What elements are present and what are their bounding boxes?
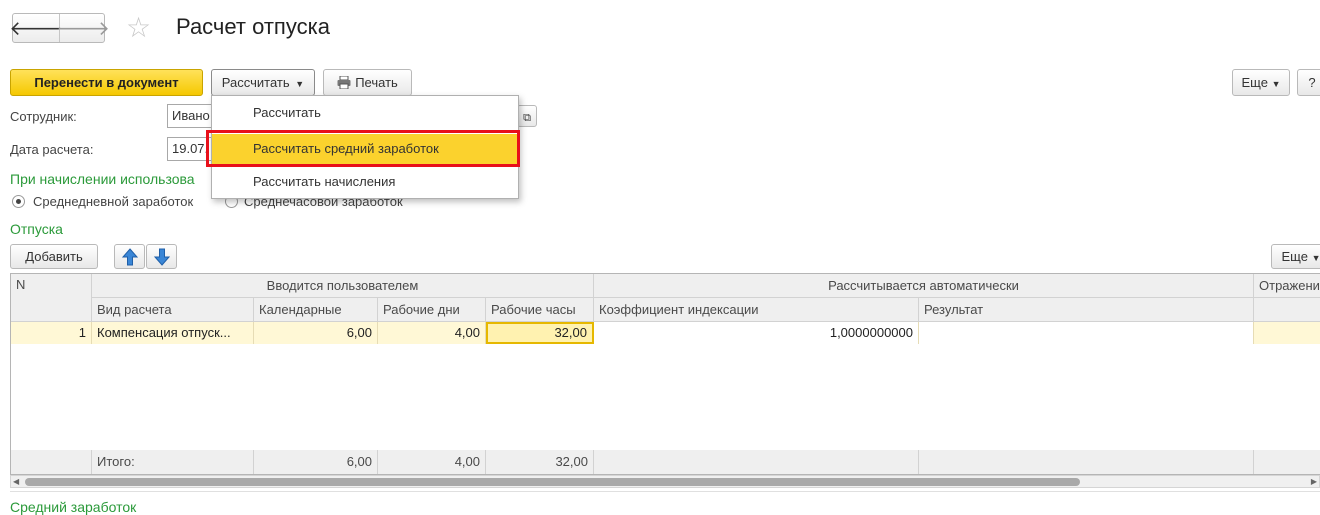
footer-workhours: 32,00 bbox=[486, 450, 594, 474]
cell-index[interactable]: 1,0000000000 bbox=[594, 322, 919, 344]
cell-result[interactable] bbox=[919, 322, 1254, 344]
move-down-button[interactable] bbox=[146, 244, 177, 269]
col-workhours-header[interactable]: Рабочие часы bbox=[486, 298, 594, 322]
arrow-down-icon bbox=[153, 248, 170, 266]
more-button-label: Еще bbox=[1241, 75, 1268, 90]
accrual-group-label: При начислении использова bbox=[10, 171, 195, 187]
table-more-label: Еще bbox=[1281, 249, 1308, 264]
cell-type[interactable]: Компенсация отпуск... bbox=[92, 322, 254, 344]
chevron-down-icon: ▼ bbox=[295, 79, 305, 89]
col-index-header[interactable]: Коэффициент индексации bbox=[594, 298, 919, 322]
col-workdays-header[interactable]: Рабочие дни bbox=[378, 298, 486, 322]
vacations-section-label: Отпуска bbox=[10, 221, 63, 237]
print-button-label: Печать bbox=[355, 75, 398, 90]
calculate-dropdown-button[interactable]: Рассчитать ▼ bbox=[211, 69, 315, 96]
history-nav: 🡐 🡒 bbox=[9, 13, 110, 43]
horizontal-scrollbar[interactable]: ◀ ▶ bbox=[10, 475, 1320, 488]
footer-workdays: 4,00 bbox=[378, 450, 486, 474]
col-calendar-header[interactable]: Календарные bbox=[254, 298, 378, 322]
arrow-left-icon: 🡐 bbox=[9, 17, 63, 40]
footer-reflect bbox=[1254, 450, 1320, 474]
employee-label: Сотрудник: bbox=[10, 109, 77, 124]
move-up-button[interactable] bbox=[114, 244, 145, 269]
radio-daily[interactable] bbox=[12, 195, 25, 208]
scroll-left-icon[interactable]: ◀ bbox=[13, 477, 19, 487]
group-user-header: Вводится пользователем bbox=[92, 274, 594, 298]
back-button[interactable]: 🡐 bbox=[9, 14, 63, 42]
group-reflect-header: Отражени bbox=[1254, 274, 1320, 298]
highlight-frame bbox=[206, 130, 520, 167]
open-icon: ⧉ bbox=[523, 112, 531, 124]
calculate-button-label: Рассчитать bbox=[221, 75, 290, 90]
menu-item-calculate-accruals[interactable]: Рассчитать начисления bbox=[212, 167, 518, 197]
col-type-header[interactable]: Вид расчета bbox=[92, 298, 254, 322]
page-title: Расчет отпуска bbox=[176, 14, 330, 39]
arrow-up-icon bbox=[121, 248, 138, 266]
scroll-right-icon[interactable]: ▶ bbox=[1311, 477, 1317, 487]
transfer-to-document-button[interactable]: Перенести в документ bbox=[10, 69, 203, 96]
print-button[interactable]: Печать bbox=[323, 69, 412, 96]
forward-button[interactable]: 🡒 bbox=[56, 14, 110, 42]
scrollbar-thumb[interactable] bbox=[25, 478, 1080, 486]
date-label: Дата расчета: bbox=[10, 142, 94, 157]
footer-result bbox=[919, 450, 1254, 474]
cell-n: 1 bbox=[11, 322, 92, 344]
table-row[interactable]: 1 Компенсация отпуск... 6,00 4,00 32,00 … bbox=[11, 322, 1320, 344]
table-more-button[interactable]: Еще ▼ bbox=[1271, 244, 1320, 269]
group-auto-header: Рассчитывается автоматически bbox=[594, 274, 1254, 298]
divider bbox=[10, 491, 1320, 492]
col-result-header[interactable]: Результат bbox=[919, 298, 1254, 322]
footer-n bbox=[11, 450, 92, 474]
footer-index bbox=[594, 450, 919, 474]
employee-input[interactable]: Ивано bbox=[167, 104, 213, 128]
open-employee-button[interactable]: ⧉ bbox=[517, 105, 537, 127]
arrow-right-icon: 🡒 bbox=[56, 17, 110, 40]
menu-item-calculate[interactable]: Рассчитать bbox=[212, 98, 518, 128]
chevron-down-icon: ▼ bbox=[1311, 253, 1320, 263]
col-n-header[interactable]: N bbox=[11, 274, 92, 322]
average-earnings-section-label: Средний заработок bbox=[10, 499, 137, 515]
radio-daily-label: Среднедневной заработок bbox=[33, 194, 194, 209]
col-reflect-header[interactable] bbox=[1254, 298, 1320, 322]
chevron-down-icon: ▼ bbox=[1271, 79, 1281, 89]
vacations-table[interactable]: N Вводится пользователем Рассчитывается … bbox=[10, 273, 1320, 475]
cell-workdays[interactable]: 4,00 bbox=[378, 322, 486, 344]
favorite-star-icon[interactable]: ☆ bbox=[126, 12, 151, 44]
cell-reflect[interactable] bbox=[1254, 322, 1320, 344]
cell-calendar[interactable]: 6,00 bbox=[254, 322, 378, 344]
add-button[interactable]: Добавить bbox=[10, 244, 98, 269]
more-button[interactable]: Еще ▼ bbox=[1232, 69, 1290, 96]
footer-calendar: 6,00 bbox=[254, 450, 378, 474]
printer-icon bbox=[337, 72, 351, 90]
help-button[interactable]: ? bbox=[1297, 69, 1320, 96]
footer-label: Итого: bbox=[92, 450, 254, 474]
cell-workhours[interactable]: 32,00 bbox=[486, 322, 594, 344]
